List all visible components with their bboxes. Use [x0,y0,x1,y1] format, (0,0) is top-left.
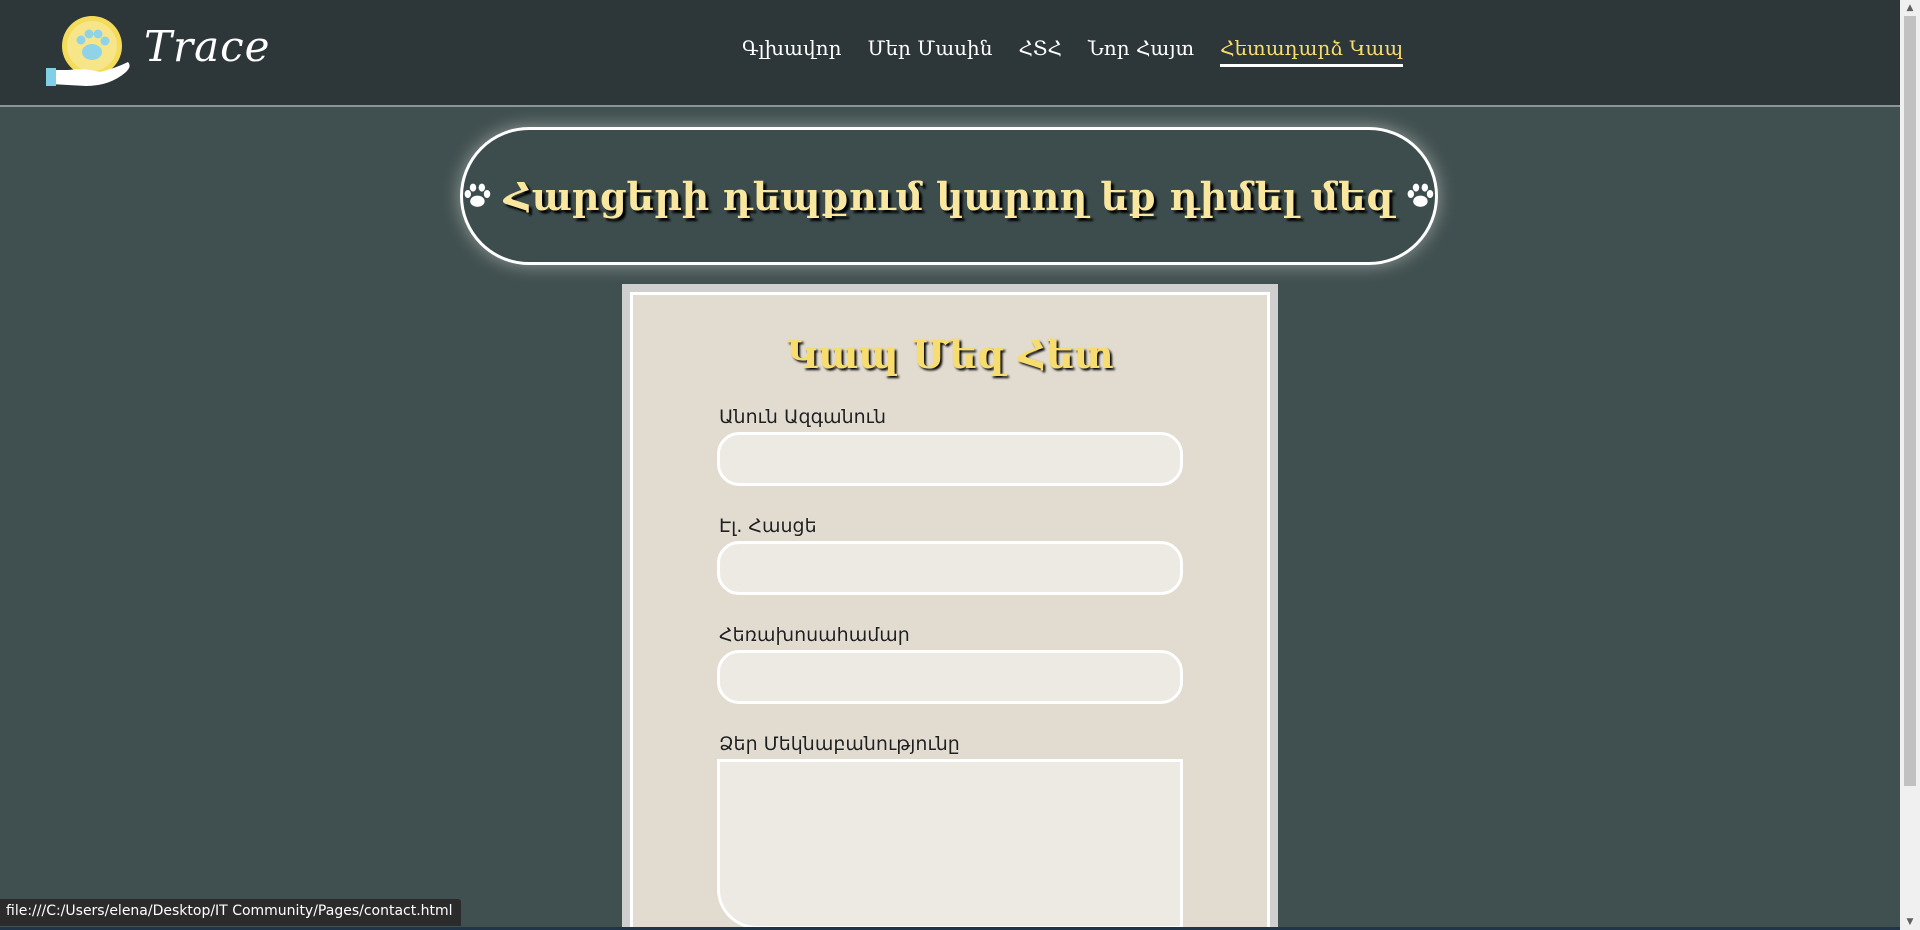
main-nav: Գլխավոր Մեր Մասին ՀՏՀ Նոր Հայտ Հետադարձ … [742,36,1404,67]
paw-icon [464,183,491,207]
full-name-input[interactable] [717,432,1183,486]
contact-form: Կապ Մեզ Հետ Անուն Ազգանուն Էլ. Հասցե Հեռ… [622,284,1278,930]
full-name-label: Անուն Ազգանուն [719,406,886,428]
comment-label: Ձեր Մեկնաբանությունը [719,733,960,755]
vertical-scrollbar[interactable]: ▲ ▼ [1900,0,1920,930]
hero-banner: Հարցերի դեպքում կարող եք դիմել մեզ [460,127,1438,265]
comment-textarea[interactable] [717,759,1183,929]
form-title: Կապ Մեզ Հետ [786,332,1114,377]
brand-name[interactable]: Trace [144,22,271,71]
site-header: Trace Գլխավոր Մեր Մասին ՀՏՀ Նոր Հայտ Հետ… [0,0,1900,107]
nav-item-contact[interactable]: Հետադարձ Կապ [1220,36,1404,67]
nav-item-new-request[interactable]: Նոր Հայտ [1088,36,1194,67]
scroll-thumb[interactable] [1904,16,1916,786]
phone-label: Հեռախոսահամար [719,624,910,646]
email-label: Էլ. Հասցե [719,515,817,537]
scroll-down-icon[interactable]: ▼ [1900,914,1920,930]
nav-item-home[interactable]: Գլխավոր [742,36,842,67]
paw-icon [1407,183,1434,207]
scroll-up-icon[interactable]: ▲ [1900,0,1920,16]
logo-icon[interactable] [46,12,134,92]
phone-input[interactable] [717,650,1183,704]
status-bar-url: file:///C:/Users/elena/Desktop/IT Commun… [0,899,461,926]
hero-title: Հարցերի դեպքում կարող եք դիմել մեզ [503,173,1395,219]
nav-item-about[interactable]: Մեր Մասին [868,36,993,67]
email-input[interactable] [717,541,1183,595]
nav-item-faq[interactable]: ՀՏՀ [1018,36,1061,67]
